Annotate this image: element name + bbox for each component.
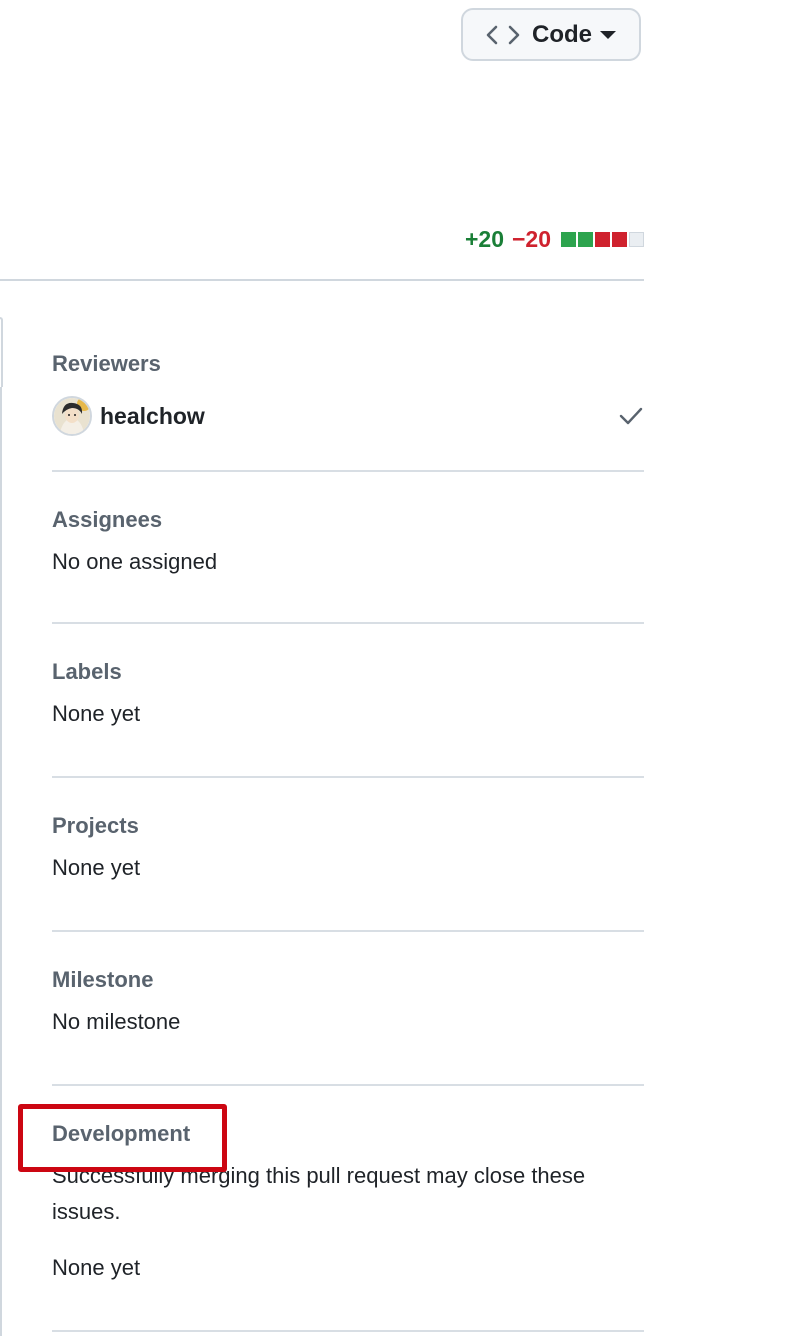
diff-stat-block <box>612 232 627 247</box>
assignees-section: Assignees No one assigned <box>52 472 644 624</box>
assignees-title[interactable]: Assignees <box>52 496 644 544</box>
reviewers-section: Reviewers healchow <box>52 340 644 472</box>
pr-sidebar: Reviewers healchow Assignees No one assi… <box>52 340 644 1332</box>
development-value: None yet <box>52 1255 141 1280</box>
labels-value: None yet <box>52 701 141 726</box>
projects-section: Projects None yet <box>52 778 644 932</box>
highlight-annotation <box>18 1104 227 1172</box>
milestone-value: No milestone <box>52 1009 181 1034</box>
code-button[interactable]: Code <box>461 8 641 61</box>
timeline-border <box>0 317 3 387</box>
avatar[interactable] <box>52 396 92 436</box>
code-icon <box>486 25 520 44</box>
code-button-label: Code <box>532 20 592 48</box>
projects-title[interactable]: Projects <box>52 802 644 850</box>
diff-stat-block <box>595 232 610 247</box>
divider <box>0 279 644 281</box>
diff-stat: +20 −20 <box>465 226 644 253</box>
diff-stat-blocks <box>561 232 644 247</box>
labels-title[interactable]: Labels <box>52 648 644 696</box>
check-icon <box>619 407 643 425</box>
diff-stat-block <box>578 232 593 247</box>
milestone-title[interactable]: Milestone <box>52 956 644 1004</box>
reviewer-item[interactable]: healchow <box>52 388 644 444</box>
timeline-border-line <box>0 387 2 1336</box>
reviewer-name[interactable]: healchow <box>100 403 618 430</box>
page: Code +20 −20 Reviewers healchow Assignee… <box>0 0 804 1336</box>
projects-value: None yet <box>52 855 141 880</box>
assignees-value: No one assigned <box>52 549 218 574</box>
diff-stat-block <box>561 232 576 247</box>
reviewers-title[interactable]: Reviewers <box>52 340 644 388</box>
additions-count: +20 <box>464 226 504 252</box>
milestone-section: Milestone No milestone <box>52 932 644 1086</box>
caret-down-icon <box>600 30 616 39</box>
deletions-count: −20 <box>511 226 551 252</box>
diff-stat-block <box>629 232 644 247</box>
labels-section: Labels None yet <box>52 624 644 778</box>
